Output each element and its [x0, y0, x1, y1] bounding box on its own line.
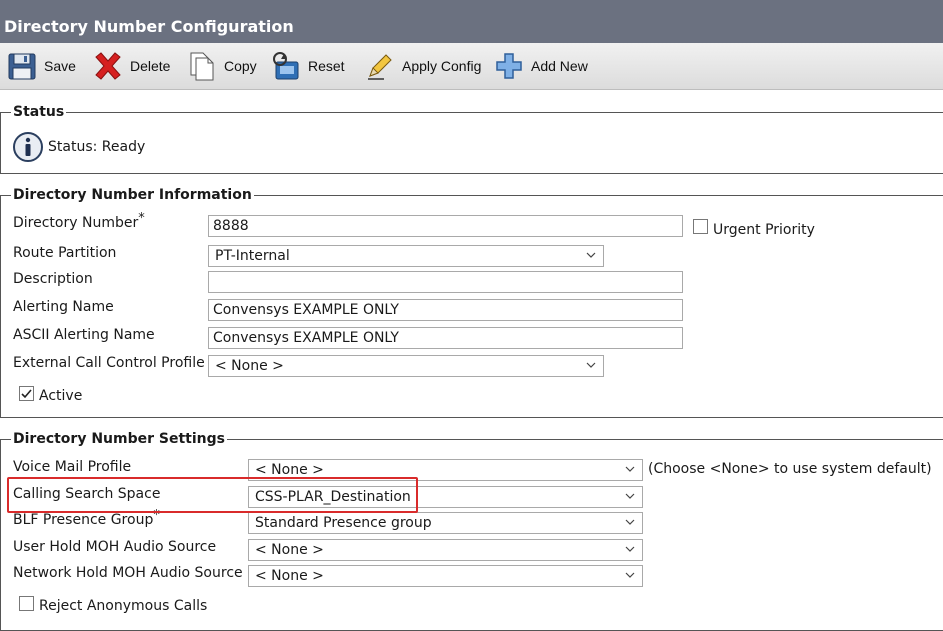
user-hold-moh-select[interactable]: < None >	[248, 539, 643, 561]
apply-config-button[interactable]: Apply Config	[364, 49, 481, 83]
highlight-box	[7, 477, 418, 513]
user-hold-moh-label: User Hold MOH Audio Source	[13, 539, 217, 555]
route-partition-label: Route Partition	[13, 245, 117, 261]
chevron-down-icon	[586, 252, 596, 258]
directory-number-label: Directory Number*	[13, 211, 145, 231]
save-label: Save	[44, 58, 76, 74]
alerting-name-field[interactable]: Convensys EXAMPLE ONLY	[208, 299, 683, 321]
save-button[interactable]: Save	[6, 49, 76, 83]
page-title: Directory Number Configuration	[0, 0, 943, 43]
add-new-label: Add New	[531, 58, 588, 74]
reset-button[interactable]: Reset	[270, 49, 345, 83]
copy-label: Copy	[224, 58, 257, 74]
floppy-disk-icon	[8, 53, 36, 80]
directory-number-field[interactable]: 8888	[208, 215, 683, 237]
blf-presence-group-select[interactable]: Standard Presence group	[248, 512, 643, 534]
apply-config-label: Apply Config	[402, 58, 482, 74]
voice-mail-hint: (Choose <None> to use system default)	[648, 461, 932, 477]
info-icon	[13, 132, 43, 162]
ascii-alerting-name-field[interactable]: Convensys EXAMPLE ONLY	[208, 327, 683, 349]
reset-icon	[273, 52, 299, 80]
status-text: Status: Ready	[48, 139, 146, 155]
blf-presence-group-label: BLF Presence Group*	[13, 508, 160, 528]
chevron-down-icon	[625, 519, 635, 525]
chevron-down-icon	[625, 466, 635, 472]
dn-settings-legend: Directory Number Settings	[13, 431, 225, 447]
toolbar: Save Delete Copy Reset Apply Config Add …	[0, 43, 943, 90]
delete-x-icon	[95, 52, 121, 80]
urgent-priority-checkbox[interactable]	[693, 219, 708, 234]
status-legend: Status	[13, 104, 65, 120]
description-label: Description	[13, 271, 93, 287]
pencil-icon	[368, 54, 392, 80]
active-label: Active	[39, 388, 83, 404]
ext-call-control-select[interactable]: < None >	[208, 355, 604, 377]
alerting-name-label: Alerting Name	[13, 299, 114, 315]
delete-button[interactable]: Delete	[92, 49, 170, 83]
chevron-down-icon	[625, 493, 635, 499]
copy-icon	[190, 52, 214, 81]
ascii-alerting-name-label: ASCII Alerting Name	[13, 327, 155, 343]
network-hold-moh-label: Network Hold MOH Audio Source	[13, 565, 243, 581]
delete-label: Delete	[130, 58, 171, 74]
active-checkbox[interactable]	[19, 386, 34, 401]
copy-button[interactable]: Copy	[186, 49, 257, 83]
ext-call-control-label: External Call Control Profile	[13, 355, 205, 371]
voice-mail-profile-label: Voice Mail Profile	[13, 459, 132, 475]
checkmark-icon	[21, 389, 32, 399]
route-partition-select[interactable]: PT-Internal	[208, 245, 604, 267]
chevron-down-icon	[625, 546, 635, 552]
reject-anonymous-calls-label: Reject Anonymous Calls	[39, 598, 208, 614]
urgent-priority-label: Urgent Priority	[713, 222, 815, 238]
required-mark: *	[138, 211, 145, 226]
dn-info-legend: Directory Number Information	[13, 187, 252, 203]
chevron-down-icon	[625, 572, 635, 578]
add-new-button[interactable]: Add New	[493, 49, 588, 83]
plus-icon	[496, 53, 522, 79]
network-hold-moh-select[interactable]: < None >	[248, 565, 643, 587]
reject-anonymous-calls-checkbox[interactable]	[19, 596, 34, 611]
reset-label: Reset	[308, 58, 345, 74]
description-field[interactable]	[208, 271, 683, 293]
chevron-down-icon	[586, 362, 596, 368]
